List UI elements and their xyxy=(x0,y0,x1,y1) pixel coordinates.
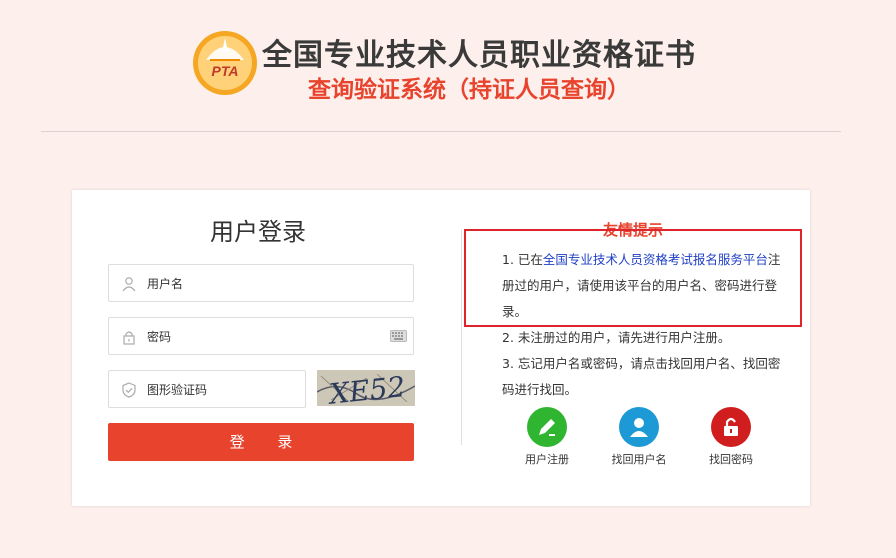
pencil-icon xyxy=(527,407,567,447)
find-username-action[interactable]: 找回用户名 xyxy=(604,407,674,467)
logo-text: PTA xyxy=(212,63,239,79)
captcha-placeholder: 图形验证码 xyxy=(147,383,208,397)
page-subtitle: 查询验证系统（持证人员查询） xyxy=(308,77,630,103)
register-label: 用户注册 xyxy=(525,453,569,466)
find-password-label: 找回密码 xyxy=(709,453,753,466)
keyboard-icon[interactable] xyxy=(390,330,407,342)
register-action[interactable]: 用户注册 xyxy=(517,407,577,467)
tip-item-2: 2. 未注册过的用户，请先进行用户注册。 xyxy=(502,330,731,345)
user-icon xyxy=(619,407,659,447)
find-username-label: 找回用户名 xyxy=(611,453,667,466)
username-placeholder: 用户名 xyxy=(147,277,184,291)
shield-icon xyxy=(122,382,136,398)
highlight-box xyxy=(464,229,802,327)
user-icon xyxy=(122,277,136,292)
pta-logo-icon: PTA xyxy=(193,31,257,95)
tip-item-3: 3. 忘记用户名或密码，请点击找回用户名、找回密码进行找回。 xyxy=(502,356,781,397)
header-divider xyxy=(41,131,841,132)
login-title: 用户登录 xyxy=(210,218,306,246)
column-divider xyxy=(461,230,462,445)
find-password-action[interactable]: 找回密码 xyxy=(700,407,762,467)
page-title: 全国专业技术人员职业资格证书 xyxy=(262,38,696,73)
captcha-image[interactable]: XE52 xyxy=(317,370,415,406)
captcha-noise-icon: XE52 xyxy=(317,370,415,406)
lock-icon xyxy=(123,331,135,345)
password-field[interactable]: 密码 xyxy=(108,317,414,355)
password-placeholder: 密码 xyxy=(147,330,172,344)
username-field[interactable]: 用户名 xyxy=(108,264,414,302)
login-button[interactable]: 登 录 xyxy=(108,423,414,461)
captcha-field[interactable]: 图形验证码 xyxy=(108,370,306,408)
lock-icon xyxy=(711,407,751,447)
